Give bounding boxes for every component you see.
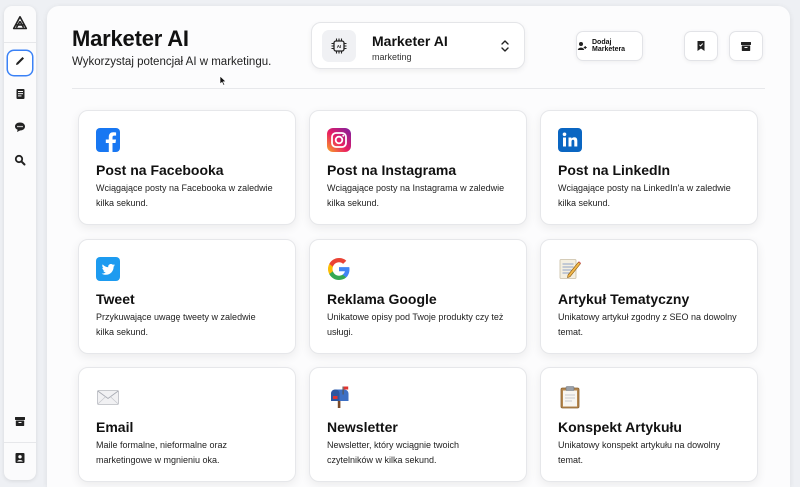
memo-icon bbox=[558, 257, 582, 281]
ai-chip-icon: AI bbox=[322, 30, 356, 62]
facebook-icon bbox=[96, 128, 120, 152]
tool-title: Newsletter bbox=[327, 419, 398, 435]
add-marketer-button[interactable]: Dodaj Marketera bbox=[576, 31, 643, 61]
tool-title: Email bbox=[96, 419, 134, 435]
linkedin-icon bbox=[558, 128, 582, 152]
switcher-category: marketing bbox=[372, 52, 412, 62]
chevron-up-down-icon bbox=[500, 39, 510, 58]
tool-description: Przykuwające uwagę tweety w zaledwie kil… bbox=[96, 312, 256, 337]
tool-description: Newsletter, który wciągnie twoich czytel… bbox=[327, 440, 460, 465]
mailbox-icon bbox=[327, 385, 351, 409]
twitter-icon bbox=[96, 257, 120, 281]
tool-card-linkedin[interactable]: Post na LinkedIn Wciągające posty na Lin… bbox=[540, 110, 758, 225]
user-plus-icon bbox=[577, 41, 587, 51]
tool-description: Unikatowe opisy pod Twoje produkty czy t… bbox=[327, 312, 504, 337]
tool-card-article[interactable]: Artykuł Tematyczny Unikatowy artykuł zgo… bbox=[540, 239, 758, 354]
page-title: Marketer AI bbox=[72, 26, 189, 51]
sidebar bbox=[4, 6, 36, 480]
sidebar-item-chat[interactable] bbox=[8, 117, 32, 141]
tool-title: Konspekt Artykułu bbox=[558, 419, 682, 435]
sidebar-divider-bottom bbox=[4, 442, 36, 443]
tool-description: Wciągające posty na Instagrama w zaledwi… bbox=[327, 183, 505, 208]
mouse-cursor-icon bbox=[219, 73, 227, 91]
archive-icon bbox=[14, 414, 26, 432]
tool-card-email[interactable]: Email Maile formalne, nieformalne oraz m… bbox=[78, 367, 296, 482]
tool-description: Maile formalne, nieformalne oraz marketi… bbox=[96, 440, 228, 465]
bookmark-button[interactable] bbox=[684, 31, 718, 61]
svg-text:AI: AI bbox=[337, 44, 342, 49]
document-icon bbox=[15, 87, 26, 105]
archive-button[interactable] bbox=[729, 31, 763, 61]
marketer-switcher[interactable]: AI Marketer AI marketing bbox=[311, 22, 525, 69]
user-card-icon bbox=[14, 451, 26, 469]
tool-title: Reklama Google bbox=[327, 291, 437, 307]
tool-title: Artykuł Tematyczny bbox=[558, 291, 690, 307]
search-icon bbox=[14, 153, 26, 171]
tool-card-google-ad[interactable]: Reklama Google Unikatowe opisy pod Twoje… bbox=[309, 239, 527, 354]
tool-card-tweet[interactable]: Tweet Przykuwające uwagę tweety w zaledw… bbox=[78, 239, 296, 354]
tool-card-facebook[interactable]: Post na Facebooka Wciągające posty na Fa… bbox=[78, 110, 296, 225]
sidebar-item-profile[interactable] bbox=[8, 448, 32, 472]
tool-card-newsletter[interactable]: Newsletter Newsletter, który wciągnie tw… bbox=[309, 367, 527, 482]
google-icon bbox=[327, 257, 351, 281]
tool-description: Wciągające posty na Facebooka w zaledwie… bbox=[96, 183, 273, 208]
tool-title: Post na Instagrama bbox=[327, 162, 457, 178]
tool-card-outline[interactable]: Konspekt Artykułu Unikatowy konspekt art… bbox=[540, 367, 758, 482]
sidebar-item-documents[interactable] bbox=[8, 84, 32, 108]
sidebar-item-archive[interactable] bbox=[8, 411, 32, 435]
chat-icon bbox=[14, 120, 26, 138]
tool-description: Unikatowy artykuł zgodny z SEO na dowoln… bbox=[558, 312, 737, 337]
knot-logo-icon[interactable] bbox=[8, 12, 32, 36]
sidebar-item-write[interactable] bbox=[8, 51, 32, 75]
switcher-name: Marketer AI bbox=[372, 33, 448, 49]
bookmark-icon bbox=[696, 40, 706, 52]
instagram-icon bbox=[327, 128, 351, 152]
clipboard-icon bbox=[558, 385, 582, 409]
tool-card-instagram[interactable]: Post na Instagrama Wciągające posty na I… bbox=[309, 110, 527, 225]
add-marketer-label: Dodaj Marketera bbox=[592, 39, 626, 53]
sidebar-item-search[interactable] bbox=[8, 150, 32, 174]
page-subtitle: Wykorzystaj potencjał AI w marketingu. bbox=[72, 56, 272, 68]
envelope-icon bbox=[96, 385, 120, 409]
pencil-icon bbox=[14, 54, 26, 72]
archive-icon bbox=[740, 41, 752, 52]
tool-description: Wciągające posty na LinkedIn'a w zaledwi… bbox=[558, 183, 731, 208]
main-panel: Marketer AI Wykorzystaj potencjał AI w m… bbox=[47, 6, 790, 487]
sidebar-divider bbox=[4, 42, 36, 43]
tool-title: Post na Facebooka bbox=[96, 162, 224, 178]
tool-title: Post na LinkedIn bbox=[558, 162, 671, 178]
tool-description: Unikatowy konspekt artykułu na dowolny t… bbox=[558, 440, 721, 465]
tool-title: Tweet bbox=[96, 291, 135, 307]
header-divider bbox=[72, 88, 765, 89]
